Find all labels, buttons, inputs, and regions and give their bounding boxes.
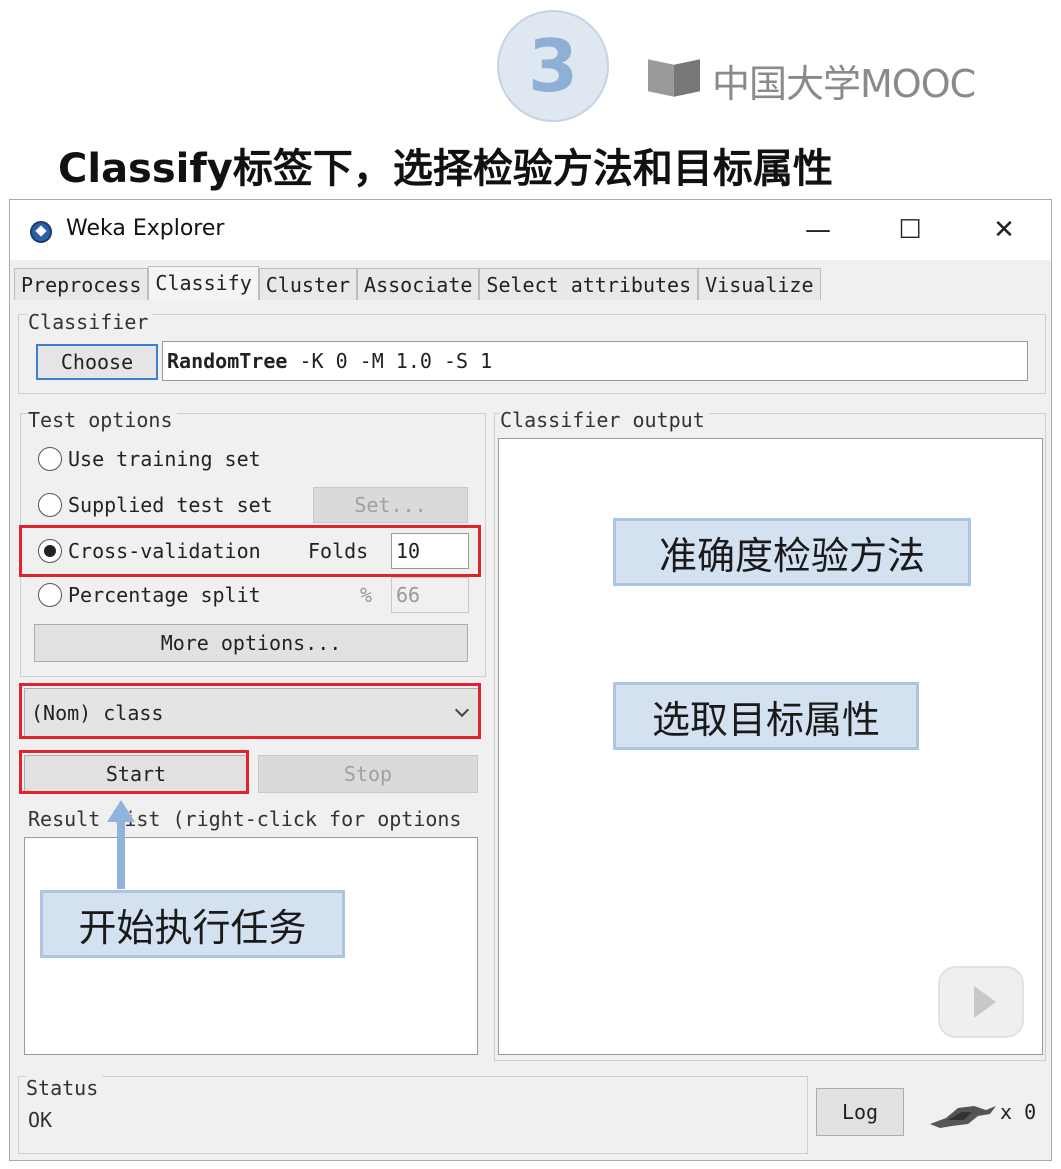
use-training-set-label: Use training set	[68, 447, 261, 471]
percent-symbol: %	[360, 583, 373, 607]
classifier-name: RandomTree	[167, 349, 288, 373]
radio-supplied-test-set[interactable]	[38, 493, 62, 517]
close-icon[interactable]: ✕	[984, 212, 1024, 248]
callout-target-attribute: 选取目标属性	[613, 682, 919, 750]
task-count: x 0	[1000, 1100, 1037, 1124]
tab-visualize[interactable]: Visualize	[698, 268, 821, 300]
radio-use-training-set[interactable]	[38, 447, 62, 471]
result-list-label: Result list (right-click for options	[28, 807, 466, 831]
slide-title: Classify标签下，选择检验方法和目标属性	[58, 146, 833, 192]
use-training-set-option[interactable]: Use training set	[38, 444, 261, 474]
radio-percentage-split[interactable]	[38, 583, 62, 607]
choose-classifier-button[interactable]: Choose	[36, 344, 158, 380]
highlight-start-button	[19, 750, 249, 794]
percentage-split-option[interactable]: Percentage split	[38, 580, 261, 610]
tab-cluster[interactable]: Cluster	[258, 268, 358, 300]
set-test-file-button[interactable]: Set...	[313, 487, 468, 523]
window-title: Weka Explorer	[66, 216, 225, 241]
supplied-test-set-label: Supplied test set	[68, 493, 273, 517]
status-label: Status	[26, 1076, 103, 1100]
weka-bird-icon	[930, 1106, 996, 1128]
test-options-label: Test options	[28, 408, 177, 432]
highlight-cross-validation	[19, 525, 481, 577]
highlight-class-attribute	[19, 683, 481, 739]
callout-start-task: 开始执行任务	[40, 890, 345, 958]
log-button[interactable]: Log	[816, 1088, 904, 1136]
mooc-logo: 中国大学MOOC	[648, 52, 976, 108]
percentage-split-label: Percentage split	[68, 583, 261, 607]
maximize-icon[interactable]: ☐	[890, 212, 930, 248]
video-play-watermark-icon	[938, 966, 1024, 1038]
weka-app-icon	[30, 221, 52, 243]
tab-preprocess[interactable]: Preprocess	[14, 268, 149, 300]
percent-input[interactable]: 66	[391, 577, 469, 613]
callout-accuracy-method: 准确度检验方法	[613, 518, 971, 586]
status-group	[18, 1076, 808, 1154]
supplied-test-set-option[interactable]: Supplied test set	[38, 490, 273, 520]
title-bar: Weka Explorer — ☐ ✕	[10, 200, 1051, 260]
classifier-options: -K 0 -M 1.0 -S 1	[287, 349, 493, 373]
more-options-button[interactable]: More options...	[34, 624, 468, 662]
step-number-badge: 3	[497, 10, 609, 122]
status-text: OK	[28, 1108, 57, 1132]
arrow-shaft	[117, 815, 125, 889]
tab-select-attributes[interactable]: Select attributes	[479, 268, 699, 300]
classifier-group-label: Classifier	[28, 310, 153, 334]
classifier-config-field[interactable]: RandomTree -K 0 -M 1.0 -S 1	[162, 341, 1028, 381]
tab-associate[interactable]: Associate	[357, 268, 480, 300]
mooc-book-icon	[648, 58, 706, 102]
weka-explorer-window: Weka Explorer — ☐ ✕ Preprocess Classify …	[9, 199, 1052, 1161]
tab-bar: Preprocess Classify Cluster Associate Se…	[14, 266, 821, 300]
mooc-brand-text: 中国大学MOOC	[712, 61, 976, 106]
minimize-icon[interactable]: —	[798, 212, 838, 248]
classifier-output-label: Classifier output	[500, 408, 709, 432]
stop-button[interactable]: Stop	[258, 755, 478, 793]
tab-classify[interactable]: Classify	[148, 266, 259, 300]
